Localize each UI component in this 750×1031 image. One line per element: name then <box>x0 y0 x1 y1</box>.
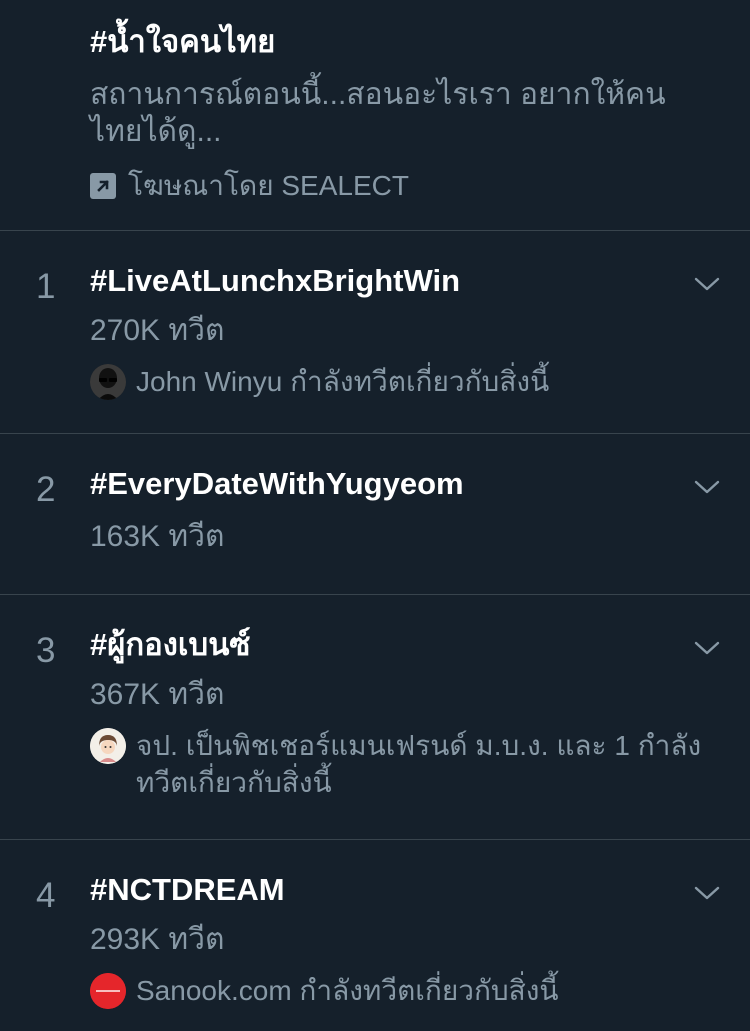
promoted-by: โฆษณาโดย SEALECT <box>90 164 409 208</box>
avatar <box>90 364 126 400</box>
trend-item[interactable]: 3 #ผู้กองเบนซ์ 367K ทวีต จป. เป็นพิชเชอร… <box>0 595 750 840</box>
trend-rank: 1 <box>36 267 56 306</box>
tweet-count: 367K ทวีต <box>90 678 225 711</box>
trend-item[interactable]: 2 #EveryDateWithYugyeom 163K ทวีต <box>0 434 750 595</box>
avatar <box>90 973 126 1009</box>
trend-rank: 4 <box>36 876 56 915</box>
promoted-description: สถานการณ์ตอนนี้...สอนอะไรเรา อยากให้คนไท… <box>90 78 666 148</box>
trend-title: #EveryDateWithYugyeom <box>90 466 464 501</box>
chevron-down-icon[interactable] <box>694 479 720 495</box>
trend-title: #น้ำใจคนไทย <box>90 24 276 59</box>
trend-item[interactable]: 1 #LiveAtLunchxBrightWin 270K ทวีต John … <box>0 231 750 434</box>
trend-rank: 3 <box>36 631 56 670</box>
trend-title: #NCTDREAM <box>90 872 285 907</box>
chevron-down-icon[interactable] <box>694 276 720 292</box>
tweet-count: 163K ทวีต <box>90 520 225 553</box>
trend-title: #ผู้กองเบนซ์ <box>90 627 251 662</box>
chevron-down-icon[interactable] <box>694 885 720 901</box>
trend-context-text: Sanook.com กำลังทวีตเกี่ยวกับสิ่งนี้ <box>136 975 559 1006</box>
tweet-count: 293K ทวีต <box>90 923 225 956</box>
trend-context: Sanook.com กำลังทวีตเกี่ยวกับสิ่งนี้ <box>90 972 716 1009</box>
trend-context-text: John Winyu กำลังทวีตเกี่ยวกับสิ่งนี้ <box>136 366 550 397</box>
trend-context: John Winyu กำลังทวีตเกี่ยวกับสิ่งนี้ <box>90 363 716 400</box>
chevron-down-icon[interactable] <box>694 640 720 656</box>
tweet-count: 270K ทวีต <box>90 314 225 347</box>
avatar <box>90 728 126 764</box>
promoted-label: โฆษณาโดย SEALECT <box>128 170 409 201</box>
promoted-trend[interactable]: #น้ำใจคนไทย สถานการณ์ตอนนี้...สอนอะไรเรา… <box>0 0 750 231</box>
trend-context-text: จป. เป็นพิชเชอร์แมนเฟรนด์ ม.บ.ง. และ 1 ก… <box>136 730 702 798</box>
trend-rank: 2 <box>36 470 56 509</box>
trend-title: #LiveAtLunchxBrightWin <box>90 263 461 298</box>
trend-context: จป. เป็นพิชเชอร์แมนเฟรนด์ ม.บ.ง. และ 1 ก… <box>90 727 716 801</box>
trend-item[interactable]: 4 #NCTDREAM 293K ทวีต Sanook.com กำลังทว… <box>0 840 750 1031</box>
promoted-arrow-icon <box>90 173 116 199</box>
